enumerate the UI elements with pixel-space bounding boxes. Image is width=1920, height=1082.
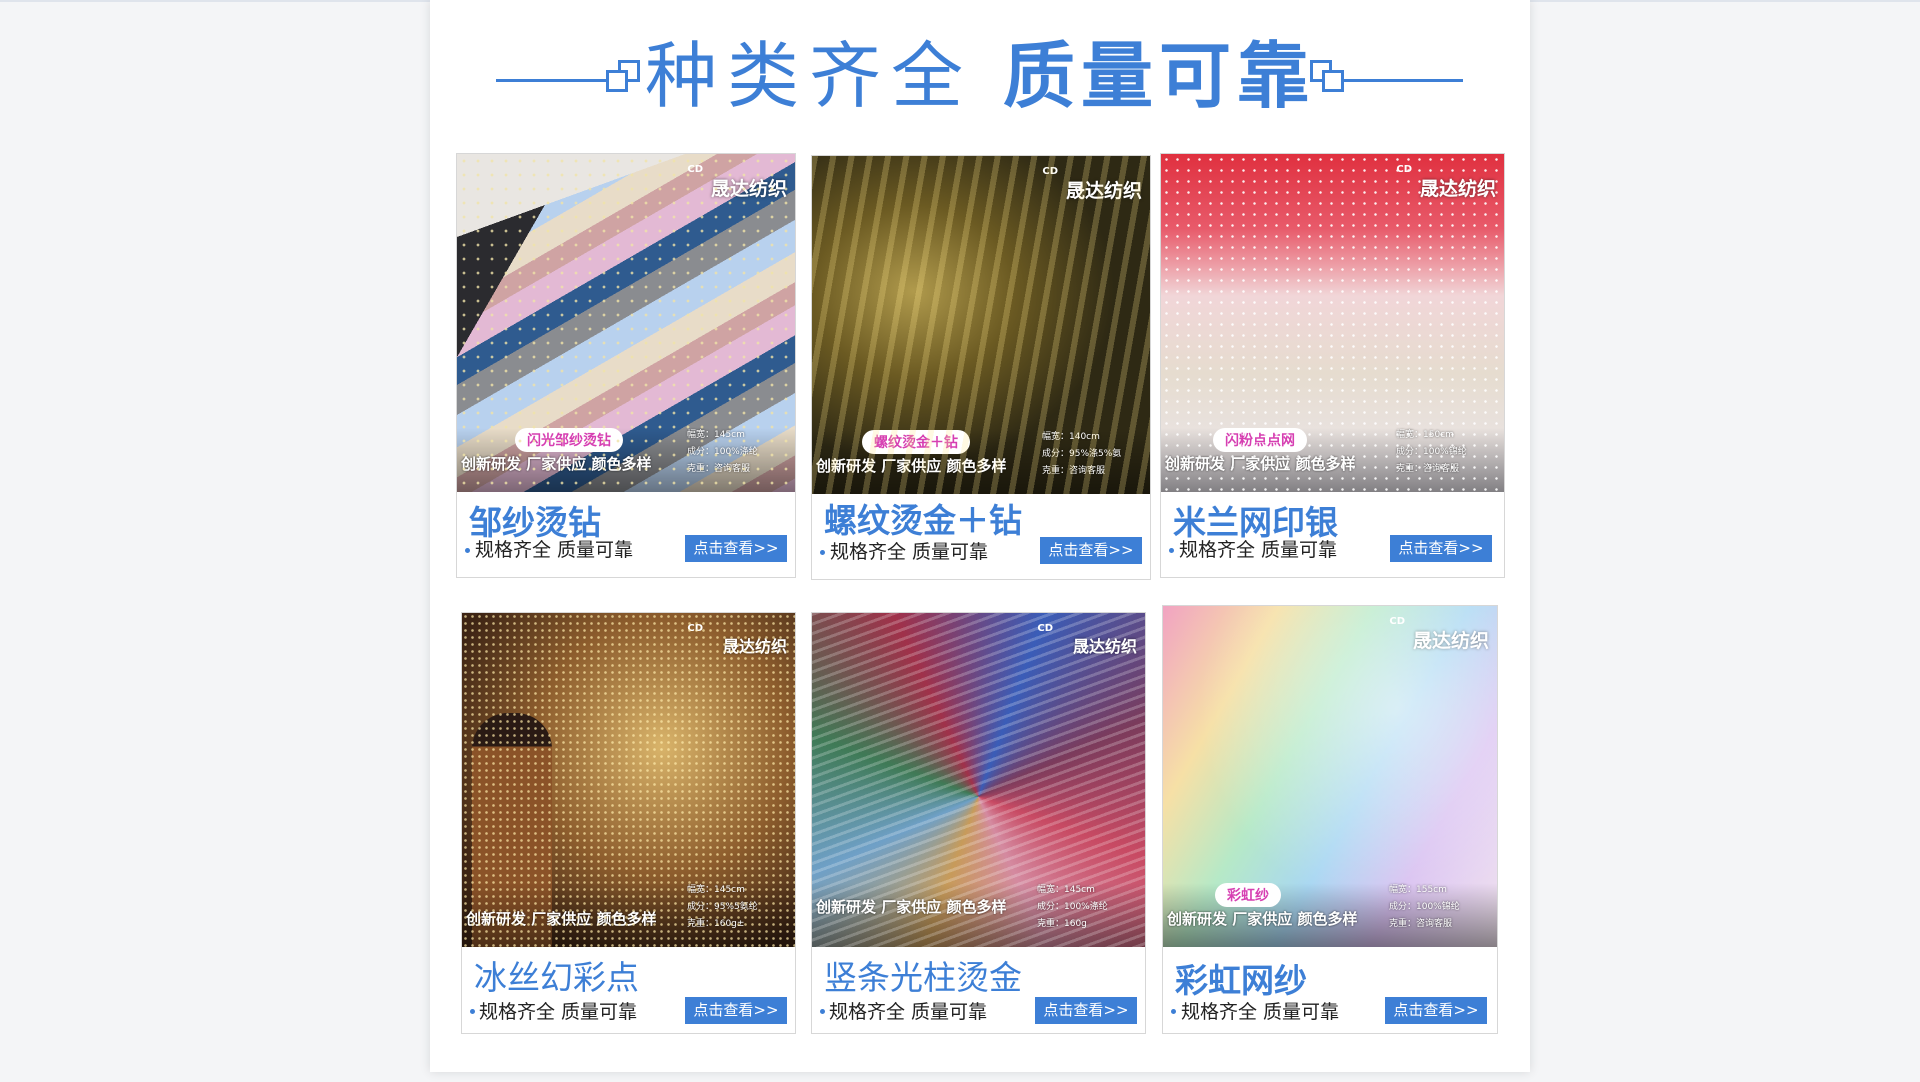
spec-material: 成分：100%涤纶 (687, 447, 758, 457)
spec-width: 幅宽：145cm (687, 885, 745, 895)
product-card[interactable]: CD 晟达纺织 创新研发 厂家供应 颜色多样 幅宽：145cm 成分：95%5氨… (461, 612, 796, 1034)
photo-caption-band (457, 428, 795, 492)
spec-weight: 克重：咨询客服 (1396, 464, 1460, 474)
spec-weight: 克重：160g± (687, 919, 745, 929)
brand-logo: 晟达纺织 (1072, 637, 1137, 656)
product-card[interactable]: CD 晟达纺织 彩虹纱 创新研发 厂家供应 颜色多样 幅宽：155cm 成分：1… (1162, 605, 1498, 1034)
header-square-icon (606, 70, 628, 92)
product-photo[interactable]: CD 晟达纺织 闪粉点点网 创新研发 厂家供应 颜色多样 幅宽：150cm 成分… (1161, 154, 1504, 492)
product-photo[interactable]: CD 晟达纺织 闪光邹纱烫钻 创新研发 厂家供应 颜色多样 幅宽：145cm 成… (457, 154, 795, 492)
brand-logo: 晟达纺织 (1412, 630, 1489, 652)
product-photo[interactable]: CD 晟达纺织 螺纹烫金＋钻 创新研发 厂家供应 颜色多样 幅宽：140cm 成… (812, 156, 1150, 494)
photo-caption-band (812, 430, 1150, 494)
spec-list: 幅宽：155cm 成分：100%锦纶 克重：咨询客服 (1389, 882, 1489, 933)
spec-width: 幅宽：145cm (1037, 885, 1095, 895)
spec-material: 成分：100%锦纶 (1389, 902, 1460, 912)
product-name: 冰丝幻彩点 (474, 958, 639, 997)
product-tag: 闪粉点点网 (1213, 428, 1307, 452)
title-bold: 质量可靠 (1003, 34, 1316, 118)
product-photo[interactable]: CD 晟达纺织 创新研发 厂家供应 颜色多样 幅宽：145cm 成分：100%涤… (812, 613, 1145, 947)
product-name: 竖条光柱烫金 (824, 958, 1022, 997)
brand-logo: 晟达纺织 (722, 637, 787, 656)
spec-width: 幅宽：155cm (1389, 885, 1447, 895)
header-square-icon (1322, 70, 1344, 92)
spec-weight: 克重：咨询客服 (1042, 466, 1106, 476)
bullet-icon (820, 550, 825, 555)
bullet-icon (465, 548, 470, 553)
photo-slogan: 创新研发 厂家供应 颜色多样 (816, 898, 1007, 916)
model-figure (472, 713, 552, 947)
photo-caption-band (462, 883, 795, 947)
title-light: 种类齐全 (644, 34, 973, 118)
spec-list: 幅宽：145cm 成分：95%5氨纶 克重：160g± (687, 882, 787, 933)
spec-list: 幅宽：145cm 成分：100%涤纶 克重：咨询客服 (687, 427, 787, 478)
photo-caption-band (1163, 883, 1497, 947)
header-line-right (1343, 79, 1463, 82)
product-photo[interactable]: CD 晟达纺织 彩虹纱 创新研发 厂家供应 颜色多样 幅宽：155cm 成分：1… (1163, 606, 1497, 947)
bullet-icon (1169, 548, 1174, 553)
photo-slogan: 创新研发 厂家供应 颜色多样 (1165, 455, 1356, 473)
photo-slogan: 创新研发 厂家供应 颜色多样 (461, 455, 652, 473)
product-card[interactable]: CD 晟达纺织 螺纹烫金＋钻 创新研发 厂家供应 颜色多样 幅宽：140cm 成… (811, 155, 1151, 580)
spec-list: 幅宽：150cm 成分：100%锦纶 克重：咨询客服 (1396, 427, 1496, 478)
view-details-button[interactable]: 点击查看>> (1390, 535, 1492, 562)
view-details-button[interactable]: 点击查看>> (1035, 997, 1137, 1024)
section-title: 种类齐全 质量可靠 (645, 28, 1309, 124)
photo-slogan: 创新研发 厂家供应 颜色多样 (1167, 910, 1358, 928)
brand-mark: CD (1396, 164, 1412, 175)
brand-logo: 晟达纺织 (1065, 180, 1142, 202)
header-line-left (496, 79, 611, 82)
view-details-button[interactable]: 点击查看>> (1040, 537, 1142, 564)
brand-logo: 晟达纺织 (710, 178, 787, 200)
bullet-icon (1171, 1009, 1176, 1014)
brand-logo: 晟达纺织 (1419, 178, 1496, 200)
brand-mark: CD (1037, 623, 1053, 634)
spec-material: 成分：95%涤5%氨 (1042, 449, 1122, 459)
product-card[interactable]: CD 晟达纺织 闪光邹纱烫钻 创新研发 厂家供应 颜色多样 幅宽：145cm 成… (456, 153, 796, 578)
product-subtitle: 规格齐全 质量可靠 (1181, 1001, 1340, 1023)
product-subtitle: 规格齐全 质量可靠 (1179, 539, 1338, 561)
spec-width: 幅宽：150cm (1396, 430, 1454, 440)
spec-weight: 克重：咨询客服 (1389, 919, 1453, 929)
product-subtitle: 规格齐全 质量可靠 (829, 1001, 988, 1023)
spec-material: 成分：100%锦纶 (1396, 447, 1467, 457)
spec-material: 成分：100%涤纶 (1037, 902, 1108, 912)
bullet-icon (470, 1009, 475, 1014)
product-subtitle: 规格齐全 质量可靠 (830, 541, 989, 563)
product-card[interactable]: CD 晟达纺织 闪粉点点网 创新研发 厂家供应 颜色多样 幅宽：150cm 成分… (1160, 153, 1505, 578)
product-photo[interactable]: CD 晟达纺织 创新研发 厂家供应 颜色多样 幅宽：145cm 成分：95%5氨… (462, 613, 795, 947)
product-tag: 闪光邹纱烫钻 (515, 428, 623, 452)
brand-mark: CD (1042, 166, 1058, 177)
photo-slogan: 创新研发 厂家供应 颜色多样 (466, 910, 657, 928)
product-tag: 彩虹纱 (1215, 883, 1281, 907)
spec-list: 幅宽：140cm 成分：95%涤5%氨 克重：咨询客服 (1042, 429, 1142, 480)
brand-mark: CD (687, 623, 703, 634)
photo-caption-band (1161, 428, 1504, 492)
spec-weight: 克重：160g (1037, 919, 1087, 929)
brand-mark: CD (687, 164, 703, 175)
spec-width: 幅宽：145cm (687, 430, 745, 440)
product-tag: 螺纹烫金＋钻 (862, 430, 970, 454)
product-subtitle: 规格齐全 质量可靠 (479, 1001, 638, 1023)
product-name: 螺纹烫金＋钻 (824, 501, 1022, 540)
photo-caption-band (812, 883, 1145, 947)
spec-material: 成分：95%5氨纶 (687, 902, 758, 912)
product-panel: 种类齐全 质量可靠 CD 晟达纺织 闪光邹纱烫钻 创新研发 厂家供应 颜色多样 … (430, 0, 1530, 1072)
spec-weight: 克重：咨询客服 (687, 464, 751, 474)
spec-width: 幅宽：140cm (1042, 432, 1100, 442)
view-details-button[interactable]: 点击查看>> (1385, 997, 1487, 1024)
brand-mark: CD (1389, 616, 1405, 627)
spec-list: 幅宽：145cm 成分：100%涤纶 克重：160g (1037, 882, 1137, 933)
bullet-icon (820, 1009, 825, 1014)
product-subtitle: 规格齐全 质量可靠 (475, 539, 634, 561)
view-details-button[interactable]: 点击查看>> (685, 997, 787, 1024)
product-name: 彩虹网纱 (1175, 961, 1307, 1000)
photo-slogan: 创新研发 厂家供应 颜色多样 (816, 457, 1007, 475)
view-details-button[interactable]: 点击查看>> (685, 535, 787, 562)
product-card[interactable]: CD 晟达纺织 创新研发 厂家供应 颜色多样 幅宽：145cm 成分：100%涤… (811, 612, 1146, 1034)
